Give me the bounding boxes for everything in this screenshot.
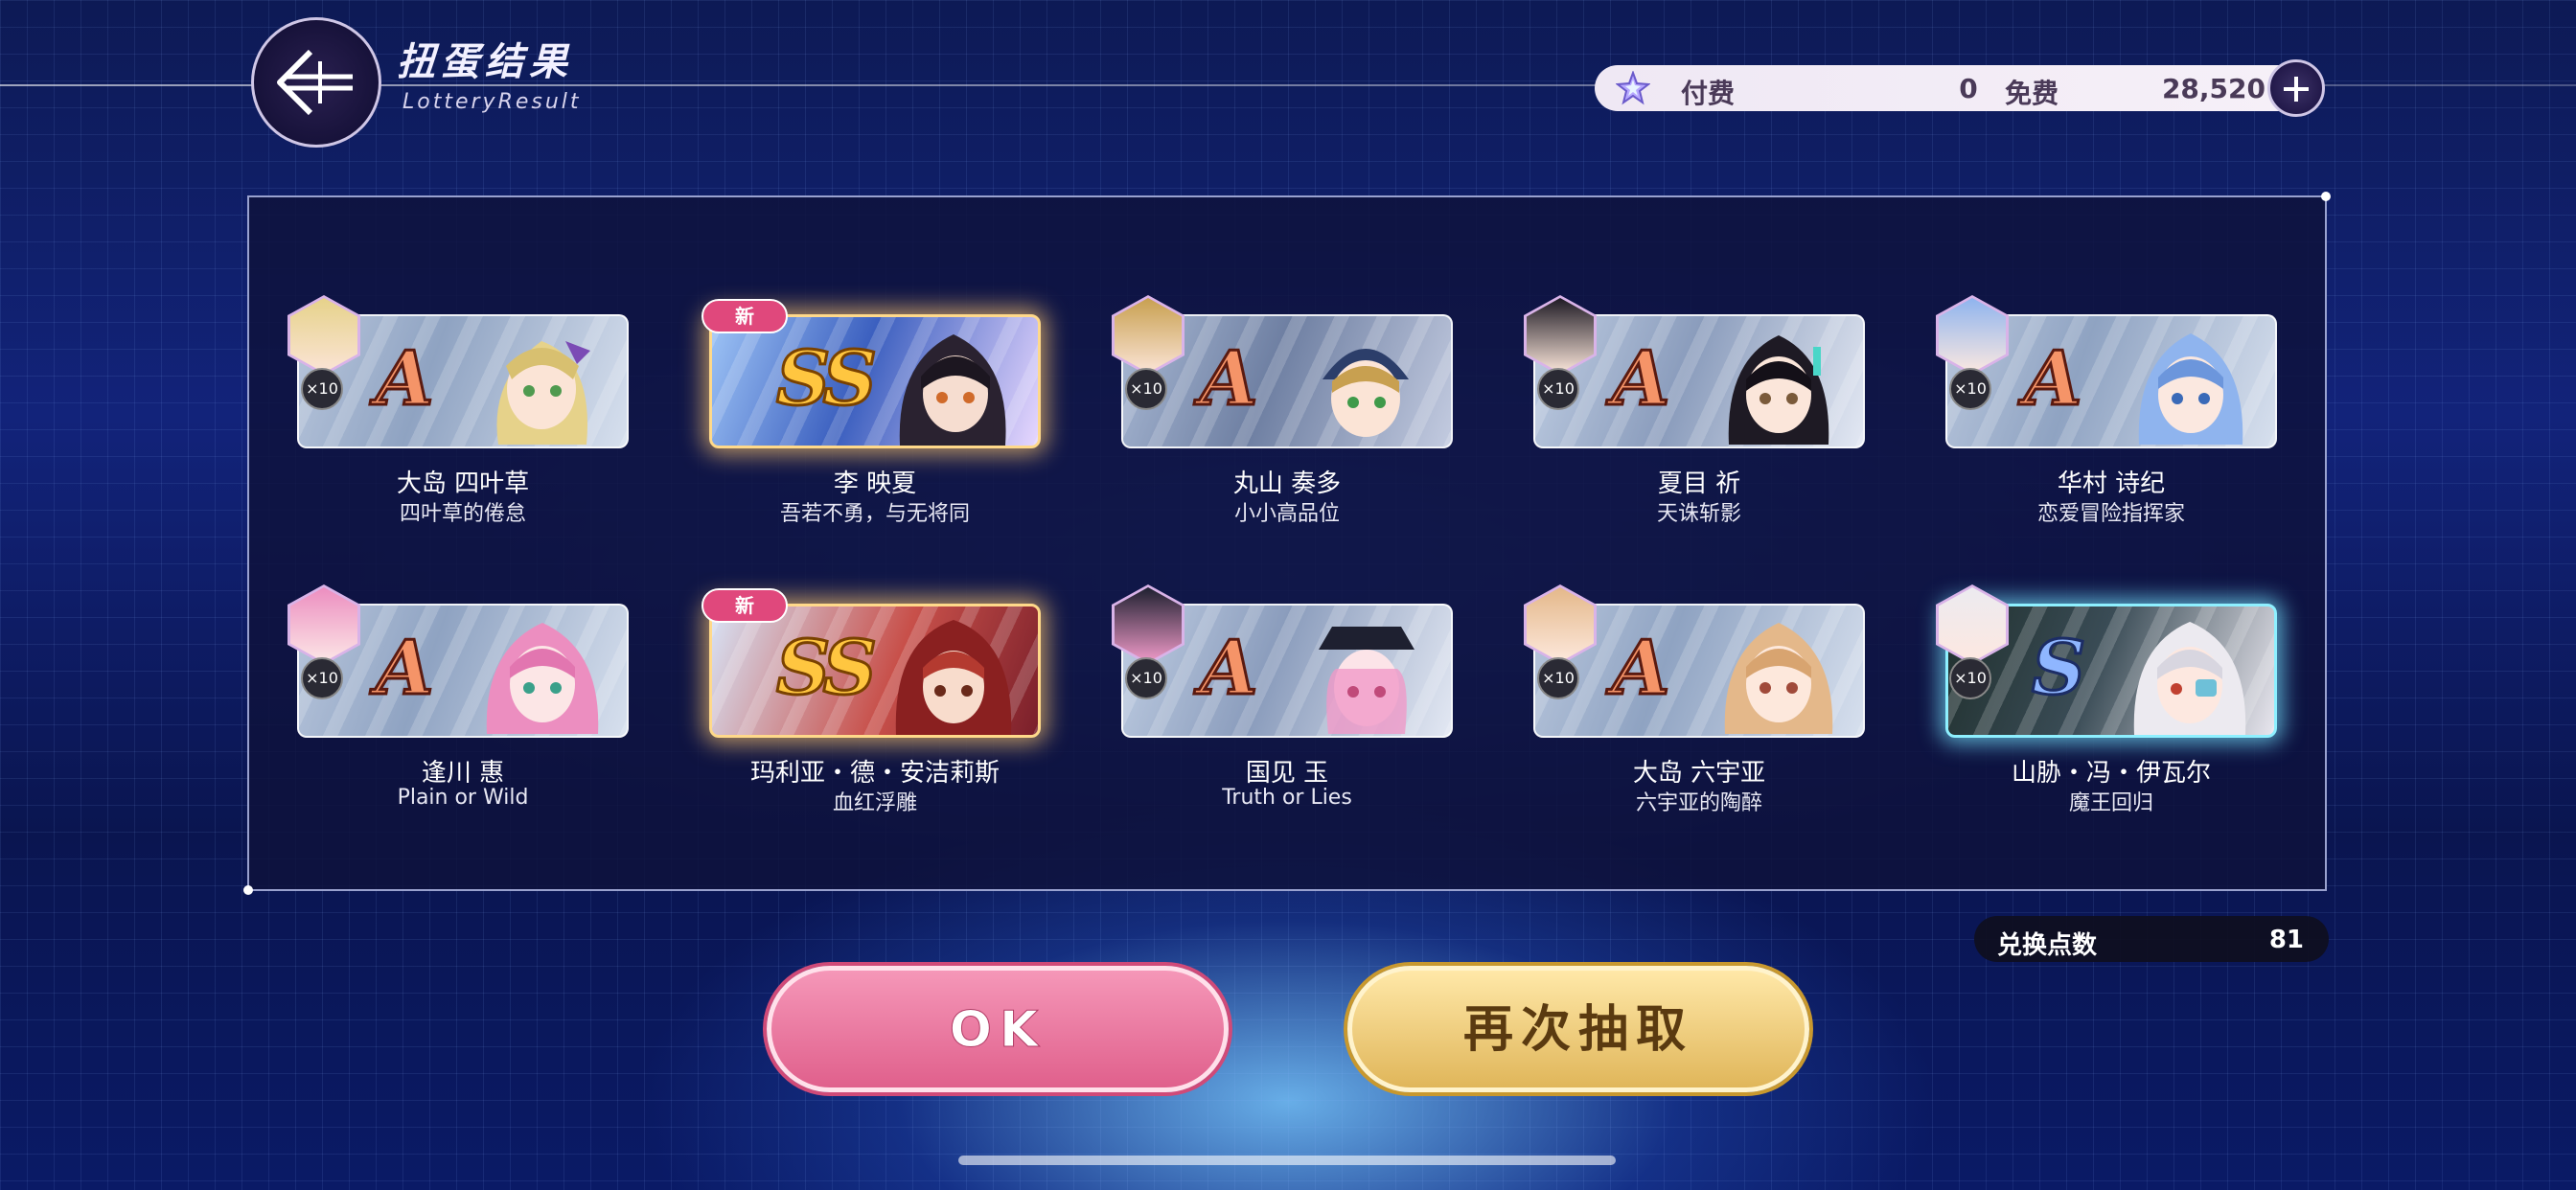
free-label: 免费 [2005,78,2059,109]
paid-label: 付费 [1681,78,1736,109]
ok-button[interactable]: OK [767,966,1229,1092]
exchange-points: 兑换点数 81 [1974,916,2329,962]
result-card[interactable]: A ×10 [1524,584,1865,738]
character-subtitle: 小小高品位 [1233,502,1340,526]
character-name: 华村 诗纪 [2057,469,2166,498]
count-badge: ×10 [1125,657,1167,699]
rank-label: S [2030,624,2086,714]
draw-again-button[interactable]: 再次抽取 [1347,966,1809,1092]
star-gem-icon [1616,71,1650,105]
result-card[interactable]: A ×10 [1112,295,1453,448]
character-name: 丸山 奏多 [1232,469,1342,498]
character-subtitle: 魔王回归 [2068,791,2153,815]
character-subtitle: 四叶草的倦怠 [399,502,526,526]
character-portrait [1319,627,1414,734]
count-badge: ×10 [1537,368,1579,410]
character-portrait [2133,622,2246,735]
character-name: 大岛 六宇亚 [1632,759,1766,788]
result-card[interactable]: SS 新 [702,299,1041,448]
count-badge: ×10 [1537,657,1579,699]
result-card[interactable]: A ×10 [1936,295,2277,448]
character-name: 逢川 惠 [421,759,505,788]
rank-label: SS [775,334,879,424]
character-subtitle: 血红浮雕 [832,791,917,815]
back-button[interactable] [251,17,381,148]
add-currency-button[interactable] [2267,59,2325,117]
character-portrait [496,341,590,445]
character-portrait [895,620,1012,735]
character-portrait [2138,333,2243,445]
character-subtitle: Plain or Wild [397,786,529,810]
new-badge: 新 [702,299,788,333]
character-portrait [1322,349,1409,437]
page-title: 扭蛋结果 [397,40,573,84]
character-portrait [1724,623,1833,734]
exchange-points-label: 兑换点数 [1997,931,2098,960]
character-name: 大岛 四叶草 [396,469,530,498]
character-subtitle: Truth or Lies [1222,786,1352,810]
rank-label: A [375,624,436,714]
rank-label: A [1199,624,1260,714]
count-badge: ×10 [301,368,343,410]
card-art [709,314,1041,448]
rank-label: A [1611,624,1672,714]
character-name: 山胁・冯・伊瓦尔 [2011,759,2211,788]
count-badge: ×10 [301,657,343,699]
rank-label: A [1199,334,1260,424]
character-name: 夏目 祈 [1657,469,1741,498]
count-badge: ×10 [1125,368,1167,410]
character-portrait [1728,335,1829,445]
result-card[interactable]: SS 新 [702,588,1041,738]
panel-corner-dot [243,885,253,895]
character-portrait [899,334,1006,446]
home-indicator[interactable] [958,1156,1616,1165]
result-card[interactable]: A ×10 [288,584,629,738]
result-card[interactable]: S ×10 [1936,584,2277,738]
result-card[interactable]: A ×10 [288,295,629,448]
rank-label: A [375,334,436,424]
paid-value: 0 [1959,73,1978,104]
page-subtitle: LotteryResult [402,90,582,114]
count-badge: ×10 [1949,368,1991,410]
currency-bar: 付费 0 免费 28,520 [1595,65,2304,111]
character-subtitle: 六宇亚的陶醉 [1635,791,1762,815]
new-badge: 新 [702,588,788,623]
count-badge: ×10 [1949,657,1991,699]
character-name: 李 映夏 [833,469,917,498]
free-value: 28,520 [2161,73,2266,104]
rank-label: A [1611,334,1672,424]
character-portrait [486,623,599,734]
character-name: 国见 玉 [1245,759,1329,788]
character-subtitle: 天诛斩影 [1656,502,1741,526]
panel-corner-dot [2321,192,2331,201]
exchange-points-value: 81 [2268,926,2304,954]
result-card[interactable]: A ×10 [1524,295,1865,448]
character-subtitle: 吾若不勇，与无将同 [779,502,970,526]
rank-label: A [2023,334,2084,424]
rank-label: SS [775,624,879,714]
card-art [709,604,1041,738]
character-subtitle: 恋爱冒险指挥家 [2036,502,2185,526]
back-arrow-icon [277,49,353,116]
result-card[interactable]: A ×10 [1112,584,1453,738]
character-name: 玛利亚・德・安洁莉斯 [749,759,1000,788]
